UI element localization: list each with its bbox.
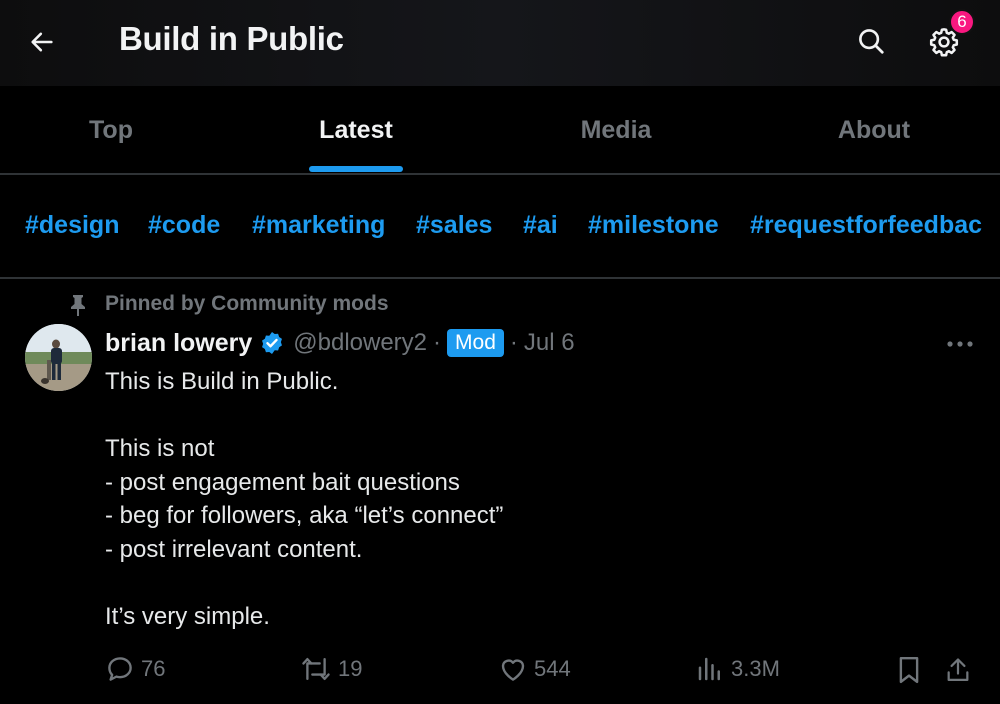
post-line: - post irrelevant content.: [105, 535, 363, 563]
hashtag-chip[interactable]: #marketing: [252, 211, 385, 240]
share-icon: [947, 658, 969, 682]
views-button[interactable]: 3.3M: [695, 654, 780, 684]
reply-button[interactable]: 76: [105, 654, 165, 684]
separator-dot: ·: [509, 329, 518, 356]
share-button[interactable]: [942, 654, 974, 686]
active-tab-indicator: [309, 166, 403, 172]
hashtag-chip[interactable]: #ai: [523, 211, 558, 240]
post-line: - beg for followers, aka “let’s connect”: [105, 502, 504, 529]
heart-icon: [501, 659, 525, 681]
repost-button[interactable]: 19: [300, 654, 362, 684]
hashtag-chip[interactable]: #sales: [416, 211, 492, 240]
post-line: - post engagement bait questions: [105, 468, 460, 496]
post-line: This is Build in Public.: [105, 368, 339, 395]
notification-badge: 6: [949, 9, 975, 35]
top-bar: Build in Public 6: [0, 0, 1000, 86]
more-options-button[interactable]: [940, 330, 980, 358]
author-handle[interactable]: @bdlowery2: [293, 329, 427, 357]
author-name[interactable]: brian lowery: [105, 329, 252, 358]
post-line: [105, 399, 965, 433]
mod-badge: Mod: [447, 329, 504, 357]
search-icon: [859, 29, 884, 54]
repost-count: 19: [338, 656, 363, 681]
back-button[interactable]: [22, 22, 62, 62]
tab-top[interactable]: Top: [40, 86, 182, 174]
tab-about[interactable]: About: [803, 86, 945, 174]
post-line: It’s very simple.: [105, 602, 270, 630]
community-tabs: Top Latest Media About: [0, 86, 1000, 174]
reply-icon: [108, 657, 132, 681]
separator-dot: ·: [433, 329, 442, 356]
tab-media[interactable]: Media: [545, 86, 687, 174]
more-horizontal-icon: [947, 341, 973, 347]
post-author-line: brian lowery @bdlowery2 · Mod · Jul 6: [105, 326, 575, 360]
like-button[interactable]: 544: [498, 654, 571, 684]
hashtag-bar[interactable]: #design #code #marketing #sales #ai #mil…: [0, 175, 1000, 277]
hashtag-chip[interactable]: #requestforfeedbac: [750, 211, 982, 240]
page-title: Build in Public: [119, 20, 344, 57]
bookmark-icon: [899, 656, 919, 684]
bookmark-button[interactable]: [893, 654, 925, 686]
hashtag-chip[interactable]: #code: [148, 211, 220, 240]
post-date[interactable]: Jul 6: [524, 329, 575, 357]
pin-icon: [71, 295, 85, 316]
avatar[interactable]: [25, 324, 92, 391]
view-count: 3.3M: [731, 656, 780, 681]
tab-latest[interactable]: Latest: [285, 86, 427, 174]
analytics-icon: [698, 657, 720, 681]
reply-count: 76: [141, 656, 166, 681]
hashtag-chip[interactable]: #milestone: [588, 211, 719, 240]
post-line: [105, 566, 965, 600]
pinned-label: Pinned by Community mods: [105, 292, 389, 315]
divider: [0, 277, 1000, 279]
post-line: This is not: [105, 435, 215, 462]
hashtag-chip[interactable]: #design: [25, 211, 119, 240]
repost-icon: [302, 657, 330, 681]
like-count: 544: [534, 656, 571, 681]
avatar-image: [25, 324, 92, 391]
post-actions: 76 19 544 3.3M: [0, 650, 1000, 690]
search-button[interactable]: [850, 20, 892, 62]
arrow-left-icon: [31, 32, 53, 52]
pin-indicator: [66, 290, 90, 320]
post-body: This is Build in Public. This is not - p…: [105, 365, 965, 633]
verified-badge-icon: [259, 330, 285, 356]
